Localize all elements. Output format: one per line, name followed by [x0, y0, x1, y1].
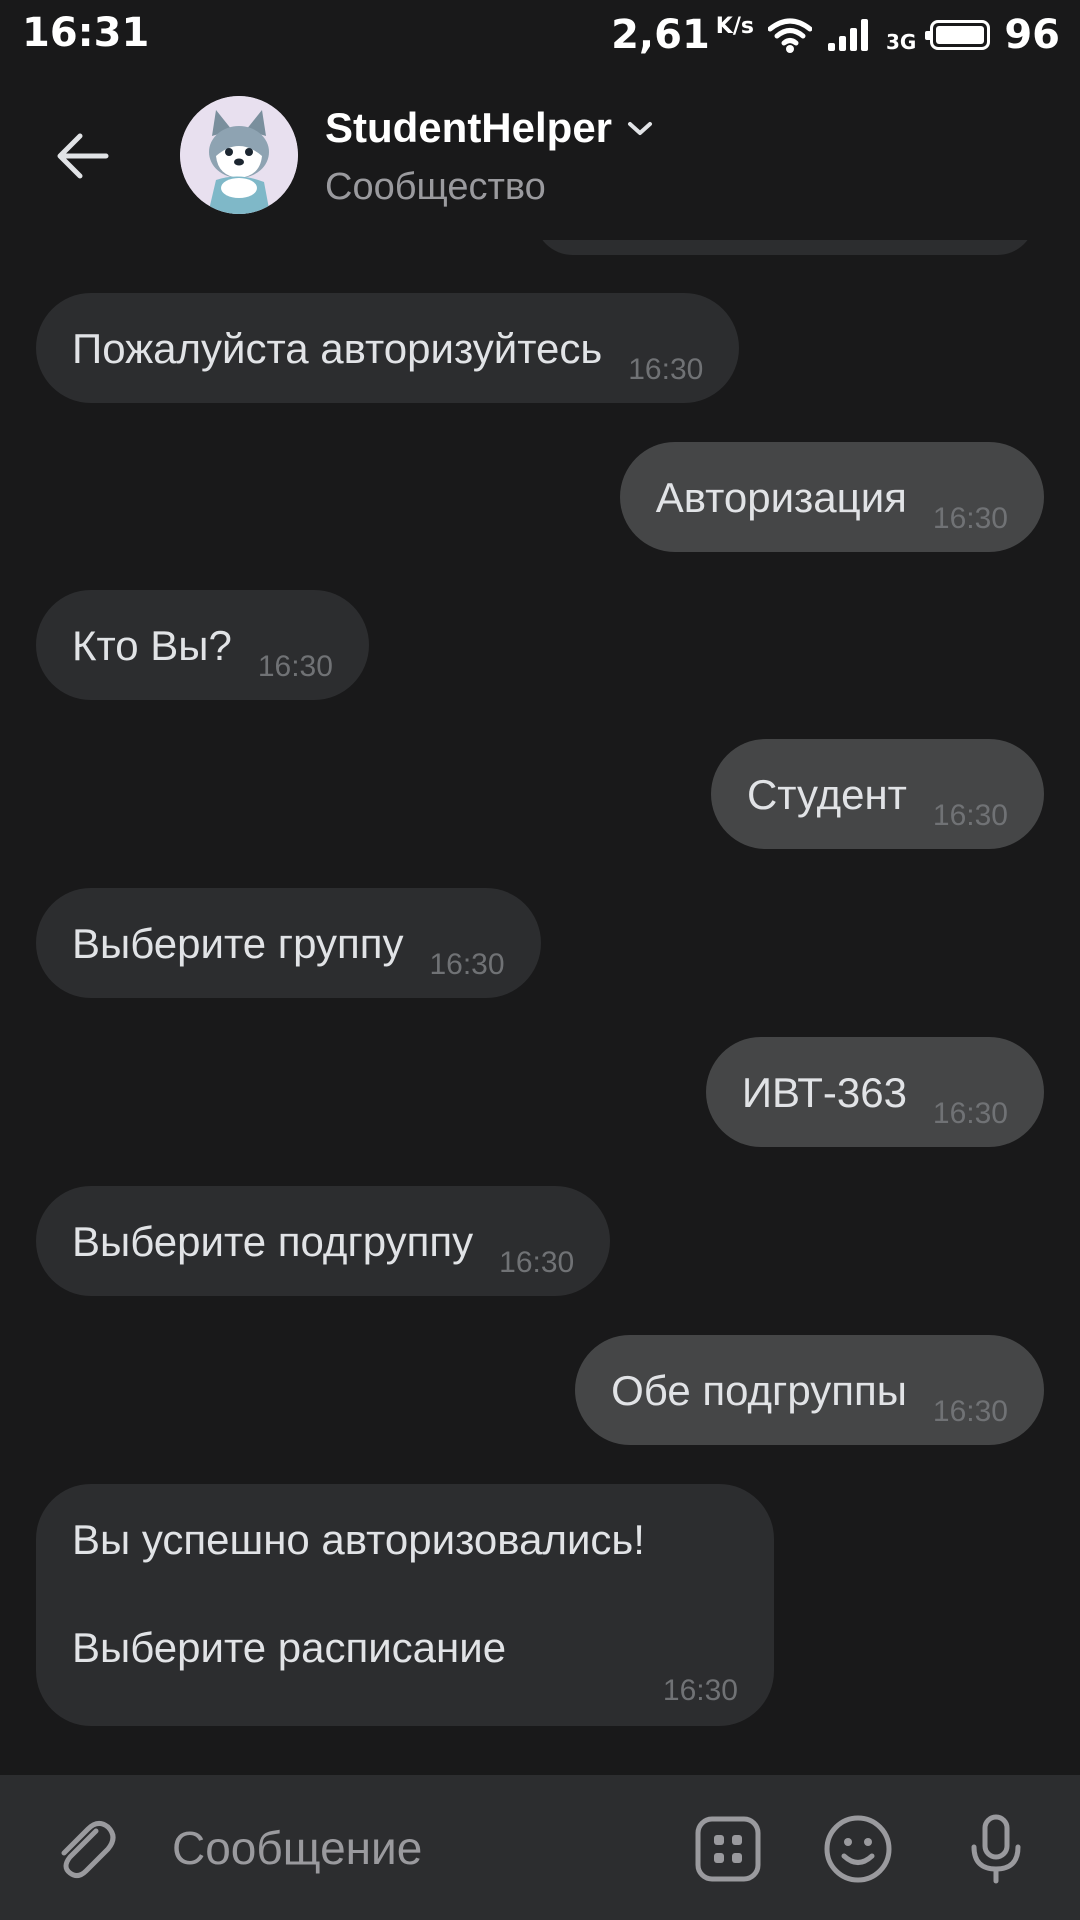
message-outgoing[interactable]: Авторизация 16:30: [619, 442, 1044, 552]
wifi-icon: [767, 18, 812, 53]
message-text: Студент: [746, 771, 907, 818]
message-time: 16:30: [932, 1097, 1008, 1130]
chevron-down-icon: [628, 122, 653, 135]
status-indicators: 2,61 K/s 3G 96: [611, 10, 1060, 60]
message-text: Выберите подгруппу: [72, 1218, 474, 1265]
microphone-icon[interactable]: [958, 1811, 1034, 1887]
message-text: Пожалуйста авторизуйтесь: [72, 325, 603, 372]
message-time: 16:30: [429, 948, 505, 981]
message-composer: Сообщение: [0, 1775, 1080, 1920]
paperclip-icon[interactable]: [46, 1811, 122, 1887]
message-text: ИВТ-363: [741, 1069, 907, 1116]
message-incoming[interactable]: Вы успешно авторизовались! Выберите расп…: [36, 1484, 774, 1726]
message-text: Выберите группу: [72, 920, 404, 967]
network-speed-value: 2,61: [611, 12, 710, 58]
chat-title: StudentHelper: [325, 104, 613, 151]
message-text: Авторизация: [655, 474, 907, 521]
husky-mascot-image: [180, 96, 298, 214]
message-incoming[interactable]: Кто Вы? 16:30: [36, 590, 369, 700]
message-text: Обе подгруппы: [611, 1367, 907, 1414]
chat-title-block[interactable]: StudentHelper Сообщество: [325, 104, 654, 209]
status-time: 16:31: [22, 10, 150, 56]
status-bar: 16:31 2,61 K/s 3G 96: [0, 0, 1080, 70]
message-time: 16:30: [932, 799, 1008, 832]
message-list[interactable]: Пожалуйста авторизуйтесь 16:30 Авторизаци…: [0, 200, 1080, 1775]
message-time: 16:30: [499, 1246, 575, 1279]
network-type: 3G: [885, 30, 917, 54]
message-text: Кто Вы?: [72, 622, 232, 669]
back-arrow-icon[interactable]: [46, 120, 118, 192]
bot-keyboard-icon[interactable]: [690, 1811, 766, 1887]
chat-subtitle: Сообщество: [325, 166, 546, 208]
message-time: 16:30: [932, 1395, 1008, 1428]
battery-level: 96: [1004, 12, 1060, 58]
avatar[interactable]: [180, 96, 298, 214]
message-incoming[interactable]: Выберите подгруппу 16:30: [36, 1186, 611, 1296]
message-text-line: Вы успешно авторизовались!: [72, 1516, 645, 1563]
chat-header: StudentHelper Сообщество: [0, 70, 1080, 240]
network-speed: 2,61 K/s: [611, 12, 754, 58]
message-time: 16:30: [662, 1674, 738, 1707]
smile-icon[interactable]: [820, 1811, 896, 1887]
message-time: 16:30: [628, 353, 704, 386]
message-incoming[interactable]: Выберите группу 16:30: [36, 888, 541, 998]
battery-icon: [925, 20, 991, 50]
network-speed-unit: K/s: [715, 14, 754, 39]
message-outgoing[interactable]: ИВТ-363 16:30: [705, 1037, 1044, 1147]
message-time: 16:30: [932, 502, 1008, 535]
message-outgoing[interactable]: Обе подгруппы 16:30: [575, 1335, 1044, 1445]
message-input[interactable]: Сообщение: [172, 1821, 422, 1875]
message-incoming[interactable]: Пожалуйста авторизуйтесь 16:30: [36, 293, 740, 403]
message-time: 16:30: [257, 650, 333, 683]
message-outgoing[interactable]: Студент 16:30: [710, 739, 1044, 849]
message-text-line: Выберите расписание: [72, 1624, 507, 1671]
signal-icon: [827, 19, 868, 51]
